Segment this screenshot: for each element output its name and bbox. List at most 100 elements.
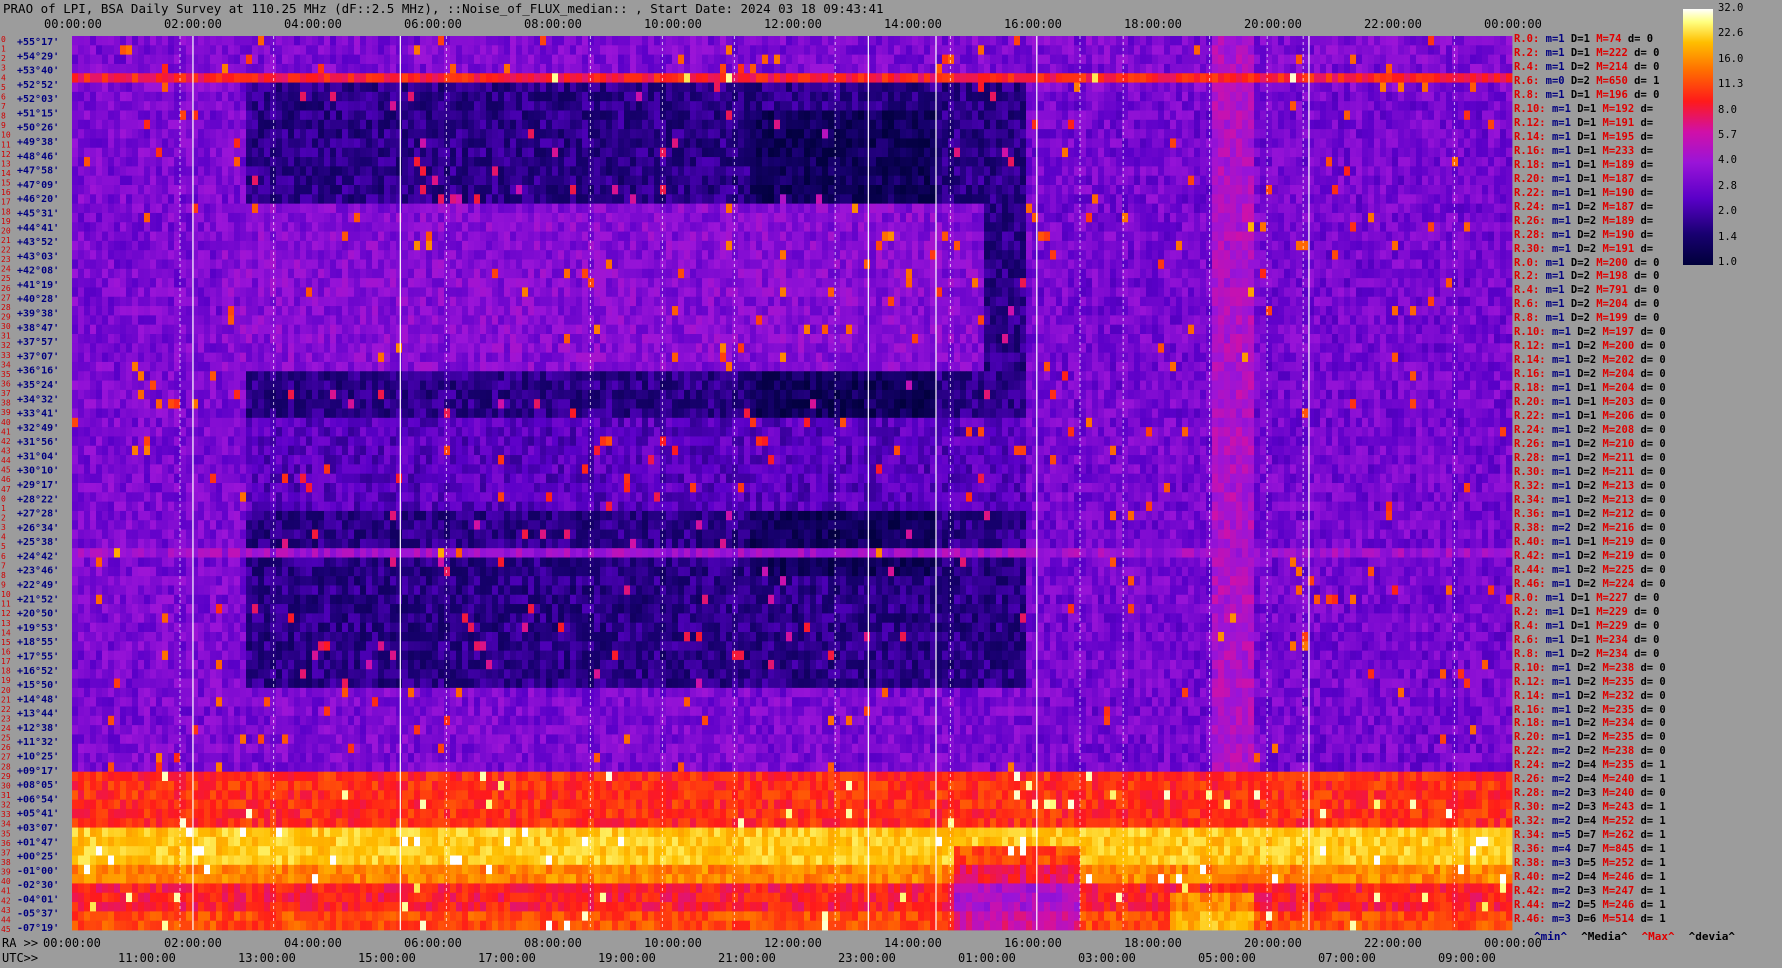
row-index-label: 21 (1, 236, 11, 245)
channel-stat-row: R.42: m=1 D=2 M=219 d= 0 (1514, 549, 1666, 563)
stat-max: M=252 (1603, 815, 1635, 827)
channel-stat-row: R.40: m=2 D=4 M=246 d= 1 (1514, 870, 1666, 884)
stat-dev: d= 0 (1640, 494, 1665, 506)
stat-dev: d= 0 (1634, 592, 1659, 604)
utc-tick-label: 23:00:00 (838, 951, 896, 965)
y-tick-label: +33°41' (17, 409, 59, 420)
channel-id: R.0: (1514, 33, 1539, 45)
stat-median: D=3 (1577, 787, 1596, 799)
stat-max: M=229 (1596, 620, 1628, 632)
stat-min: m=2 (1552, 815, 1571, 827)
channel-id: R.36: (1514, 508, 1546, 520)
stat-max: M=195 (1603, 131, 1635, 143)
channel-stat-row: R.32: m=2 D=4 M=252 d= 1 (1514, 814, 1666, 828)
stat-dev: d= 1 (1640, 773, 1665, 785)
stat-median: D=2 (1577, 452, 1596, 464)
row-index-label: 39 (1, 408, 11, 417)
row-index-label: 5 (1, 542, 6, 551)
stat-min: m=1 (1552, 382, 1571, 394)
stat-dev: d= (1640, 131, 1653, 143)
stat-max: M=192 (1603, 103, 1635, 115)
stat-min: m=1 (1546, 592, 1565, 604)
y-tick-label: +16°52' (17, 666, 59, 677)
stat-median: D=2 (1577, 438, 1596, 450)
channel-stat-row: R.4: m=1 D=1 M=229 d= 0 (1514, 619, 1659, 633)
row-index-label: 40 (1, 877, 11, 886)
stat-dev: d= 1 (1640, 913, 1665, 925)
stat-median: D=1 (1577, 103, 1596, 115)
y-tick-label: +35°24' (17, 380, 59, 391)
utc-tick-label: 21:00:00 (718, 951, 776, 965)
stat-dev: d= (1640, 187, 1653, 199)
channel-stat-row: R.22: m=1 D=1 M=206 d= 0 (1514, 409, 1666, 423)
stat-dev: d= 0 (1640, 354, 1665, 366)
channel-id: R.14: (1514, 131, 1546, 143)
stat-max: M=202 (1603, 354, 1635, 366)
row-index-label: 42 (1, 437, 11, 446)
y-tick-label: +39°38' (17, 309, 59, 320)
stat-max: M=187 (1603, 201, 1635, 213)
stat-max: M=208 (1603, 424, 1635, 436)
stat-max: M=187 (1603, 173, 1635, 185)
stat-min: m=1 (1552, 508, 1571, 520)
stat-median: D=2 (1571, 298, 1590, 310)
y-tick-label: +51°15' (17, 108, 59, 119)
row-index-label: 29 (1, 772, 11, 781)
stat-max: M=229 (1596, 606, 1628, 618)
row-index-label: 32 (1, 801, 11, 810)
y-tick-label: +44°41' (17, 223, 59, 234)
row-index-label: 38 (1, 399, 11, 408)
heatmap-cells (72, 36, 1512, 930)
stat-max: M=235 (1603, 759, 1635, 771)
row-index-label: 33 (1, 351, 11, 360)
stat-median: D=1 (1577, 159, 1596, 171)
stat-median: D=1 (1577, 382, 1596, 394)
channel-id: R.6: (1514, 75, 1539, 87)
channel-stat-row: R.12: m=1 D=1 M=191 d= (1514, 116, 1653, 130)
stat-dev: d= 1 (1640, 759, 1665, 771)
stat-median: D=2 (1577, 550, 1596, 562)
stats-legend-item: ^Media^ (1581, 930, 1627, 943)
row-index-label: 31 (1, 791, 11, 800)
stat-min: m=1 (1552, 243, 1571, 255)
row-index-label: 27 (1, 753, 11, 762)
stat-dev: d= 0 (1640, 438, 1665, 450)
y-tick-label: +09°17' (17, 766, 59, 777)
stat-max: M=203 (1603, 396, 1635, 408)
row-index-label: 24 (1, 724, 11, 733)
y-tick-label: -04°01' (17, 894, 59, 905)
stat-min: m=1 (1546, 284, 1565, 296)
y-tick-label: -07°19' (17, 923, 59, 934)
stat-median: D=1 (1577, 410, 1596, 422)
row-index-label: 22 (1, 246, 11, 255)
channel-stat-row: R.16: m=1 D=2 M=204 d= 0 (1514, 367, 1666, 381)
stat-min: m=1 (1546, 270, 1565, 282)
channel-stat-row: R.42: m=2 D=3 M=247 d= 1 (1514, 884, 1666, 898)
stat-median: D=2 (1577, 676, 1596, 688)
stat-max: M=232 (1603, 690, 1635, 702)
stat-min: m=1 (1552, 494, 1571, 506)
y-tick-label: +36°16' (17, 366, 59, 377)
row-index-label: 14 (1, 169, 11, 178)
stat-median: D=2 (1577, 243, 1596, 255)
row-index-label: 33 (1, 810, 11, 819)
channel-id: R.8: (1514, 89, 1539, 101)
row-index-label: 9 (1, 121, 6, 130)
stat-median: D=2 (1577, 424, 1596, 436)
colorbar (1683, 9, 1713, 265)
row-index-label: 7 (1, 102, 6, 111)
y-tick-label: +34°32' (17, 394, 59, 405)
y-tick-label: +49°38' (17, 137, 59, 148)
stat-min: m=3 (1552, 857, 1571, 869)
channel-stat-row: R.24: m=1 D=2 M=208 d= 0 (1514, 423, 1666, 437)
stat-max: M=235 (1603, 731, 1635, 743)
channel-stat-row: R.4: m=1 D=2 M=791 d= 0 (1514, 283, 1659, 297)
stat-dev: d= 1 (1640, 857, 1665, 869)
stat-max: M=219 (1603, 550, 1635, 562)
stat-dev: d= 1 (1640, 829, 1665, 841)
row-index-label: 8 (1, 571, 6, 580)
channel-stats-column: R.0: m=1 D=1 M=74 d= 0 R.2: m=1 D=1 M=222… (1514, 32, 1692, 932)
x-top-tick-label: 02:00:00 (164, 17, 222, 31)
stat-median: D=2 (1577, 690, 1596, 702)
stat-dev: d= 0 (1640, 690, 1665, 702)
